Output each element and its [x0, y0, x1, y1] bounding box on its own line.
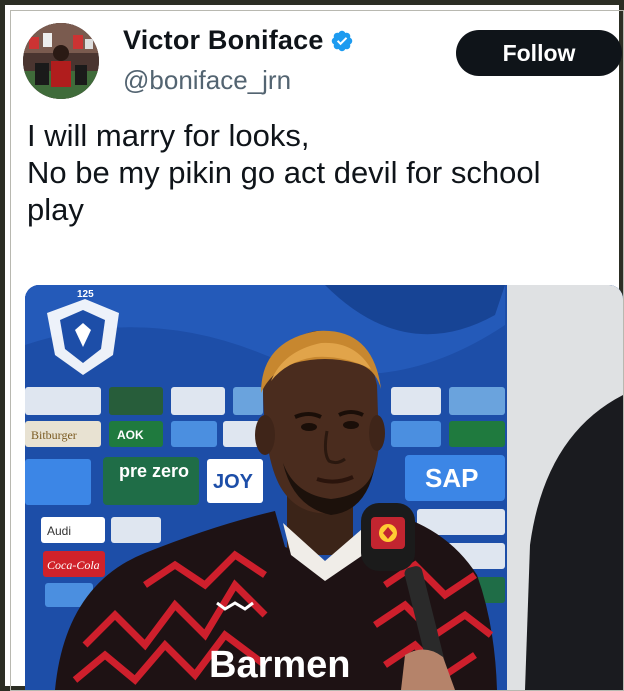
- jersey-sponsor-text: Barmen: [209, 644, 351, 686]
- tweet-header: Victor Boniface @boniface_jrn Follow: [23, 21, 623, 101]
- author-handle[interactable]: @boniface_jrn: [123, 65, 291, 96]
- tweet-text-line: No be my pikin go act devil for school: [27, 155, 541, 190]
- tweet-text: I will marry for looks, No be my pikin g…: [27, 117, 617, 228]
- sponsor-joy: JOY: [213, 471, 254, 493]
- sponsor-prezero: pre zero: [119, 461, 189, 481]
- tweet-text-line: I will marry for looks,: [27, 118, 310, 153]
- verified-badge-icon: [331, 30, 352, 51]
- avatar[interactable]: [23, 23, 99, 99]
- author-name[interactable]: Victor Boniface: [123, 25, 324, 56]
- tweet-card: Victor Boniface @boniface_jrn Follow I w…: [0, 0, 624, 691]
- sponsor-audi: Audi: [47, 524, 71, 538]
- avatar-image: [23, 23, 99, 99]
- tweet-text-line: play: [27, 192, 84, 227]
- sponsor-cocacola: Coca-Cola: [47, 558, 100, 572]
- sponsor-aok: AOK: [117, 428, 144, 442]
- tweet-media-photo[interactable]: 125 Bitburger AOK pre zero JOY Audi Coca…: [25, 285, 623, 690]
- follow-button[interactable]: Follow: [456, 30, 622, 76]
- photo-scene: 125 Bitburger AOK pre zero JOY Audi Coca…: [25, 285, 623, 690]
- crest-number: 125: [77, 289, 94, 300]
- author-name-row: Victor Boniface: [123, 25, 354, 56]
- sponsor-bitburger: Bitburger: [31, 428, 77, 442]
- sponsor-sap: SAP: [425, 463, 478, 493]
